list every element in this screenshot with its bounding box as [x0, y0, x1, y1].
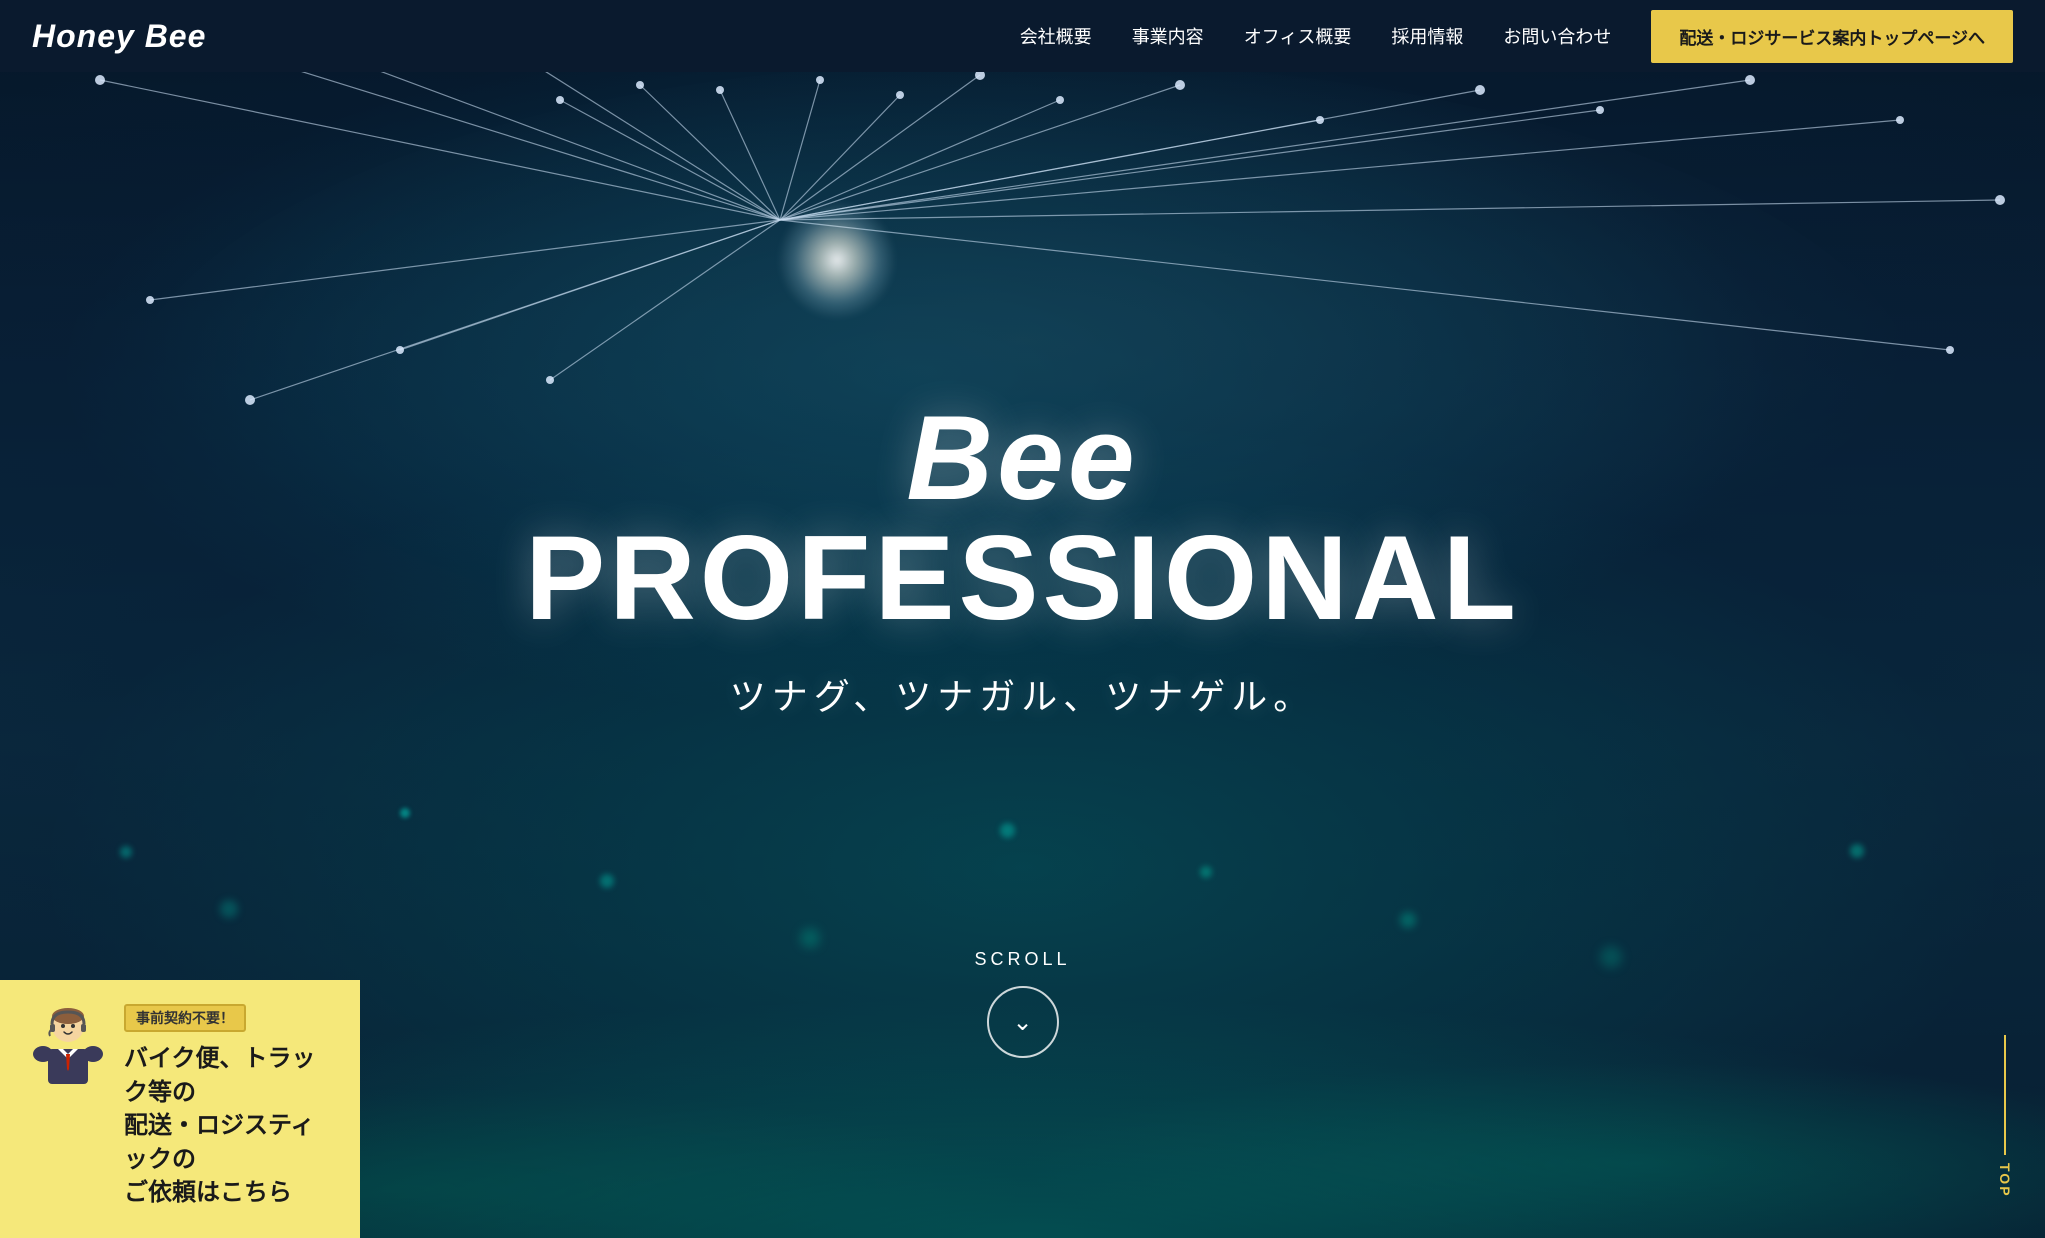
scroll-chevron-icon: ⌄ — [1012, 1008, 1032, 1037]
promo-badge: 事前契約不要！ — [124, 1004, 246, 1032]
scroll-indicator[interactable]: SCROLL ⌄ — [974, 949, 1070, 1058]
nav-item-office[interactable]: オフィス概要 — [1244, 23, 1352, 49]
nav-item-recruit[interactable]: 採用情報 — [1391, 23, 1463, 49]
cta-button[interactable]: 配送・ロジサービス案内トップページへ — [1651, 10, 2013, 63]
nav-item-company[interactable]: 会社概要 — [1020, 23, 1092, 49]
promo-avatar — [28, 1004, 108, 1084]
top-label: TOP — [1997, 1163, 2013, 1198]
hero-section: Bee PROFESSIONAL ツナグ、ツナガル、ツナゲル。 SCROLL ⌄ — [0, 0, 2045, 1238]
header: Honey Bee 会社概要 事業内容 オフィス概要 採用情報 お問い合わせ 配… — [0, 0, 2045, 72]
nav-item-contact[interactable]: お問い合わせ — [1503, 23, 1611, 49]
scroll-circle[interactable]: ⌄ — [987, 986, 1059, 1058]
light-burst — [777, 200, 897, 320]
site-logo[interactable]: Honey Bee — [32, 18, 206, 55]
scroll-label: SCROLL — [974, 949, 1070, 970]
hero-content: Bee PROFESSIONAL ツナグ、ツナガル、ツナゲル。 — [511, 398, 1534, 720]
top-indicator[interactable]: TOP — [1997, 1035, 2013, 1198]
nav-item-business[interactable]: 事業内容 — [1132, 23, 1204, 49]
hero-title-bee: Bee — [906, 391, 1138, 525]
hero-title-pro: PROFESSIONAL — [525, 511, 1520, 645]
main-nav: 会社概要 事業内容 オフィス概要 採用情報 お問い合わせ 配送・ロジサービス案内… — [1020, 10, 2013, 63]
promo-content: 事前契約不要！ バイク便、トラック等の配送・ロジスティックのご依頼はこちら — [124, 1004, 332, 1210]
promo-card[interactable]: 事前契約不要！ バイク便、トラック等の配送・ロジスティックのご依頼はこちら — [0, 980, 360, 1238]
hero-title: Bee PROFESSIONAL — [511, 398, 1534, 638]
hero-subtitle: ツナグ、ツナガル、ツナゲル。 — [511, 668, 1534, 720]
top-line — [2004, 1035, 2006, 1155]
promo-text: バイク便、トラック等の配送・ロジスティックのご依頼はこちら — [124, 1042, 332, 1210]
